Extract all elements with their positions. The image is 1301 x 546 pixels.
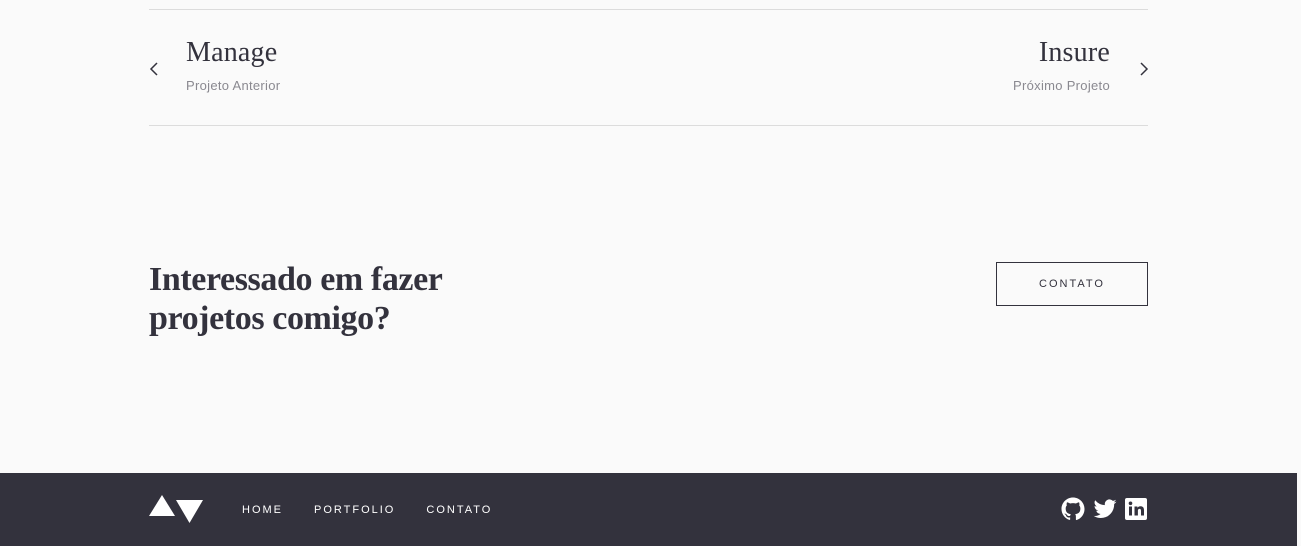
next-project-link[interactable]: Insure Próximo Projeto [848, 10, 1151, 126]
footer-nav: HOME PORTFOLIO CONTATO [242, 473, 523, 546]
footer: HOME PORTFOLIO CONTATO [0, 473, 1297, 546]
chevron-right-icon [1135, 61, 1151, 77]
scrollbar[interactable] [1297, 0, 1301, 546]
av-logo-icon[interactable] [149, 495, 203, 523]
page: Manage Projeto Anterior Insure Próximo P… [0, 0, 1301, 546]
previous-project-label: Projeto Anterior [186, 78, 281, 93]
footer-link-contato[interactable]: CONTATO [426, 503, 492, 517]
twitter-icon[interactable] [1093, 497, 1117, 521]
footer-link-home[interactable]: HOME [242, 503, 283, 517]
linkedin-icon[interactable] [1124, 497, 1148, 521]
next-project-label: Próximo Projeto [1013, 78, 1110, 93]
previous-project-title: Manage [186, 37, 278, 68]
cta-heading-line-2: projetos comigo? [149, 300, 391, 337]
previous-project-link[interactable]: Manage Projeto Anterior [149, 10, 449, 126]
cta-heading: Interessado em fazer projetos comigo? [149, 260, 509, 338]
project-navigation: Manage Projeto Anterior Insure Próximo P… [149, 9, 1151, 126]
next-project-title: Insure [1038, 37, 1110, 68]
footer-link-portfolio[interactable]: PORTFOLIO [314, 503, 395, 517]
chevron-left-icon [147, 61, 163, 77]
github-icon[interactable] [1061, 497, 1085, 521]
cta-heading-line-1: Interessado em fazer [149, 261, 443, 298]
contact-button[interactable]: CONTATO [996, 262, 1148, 306]
